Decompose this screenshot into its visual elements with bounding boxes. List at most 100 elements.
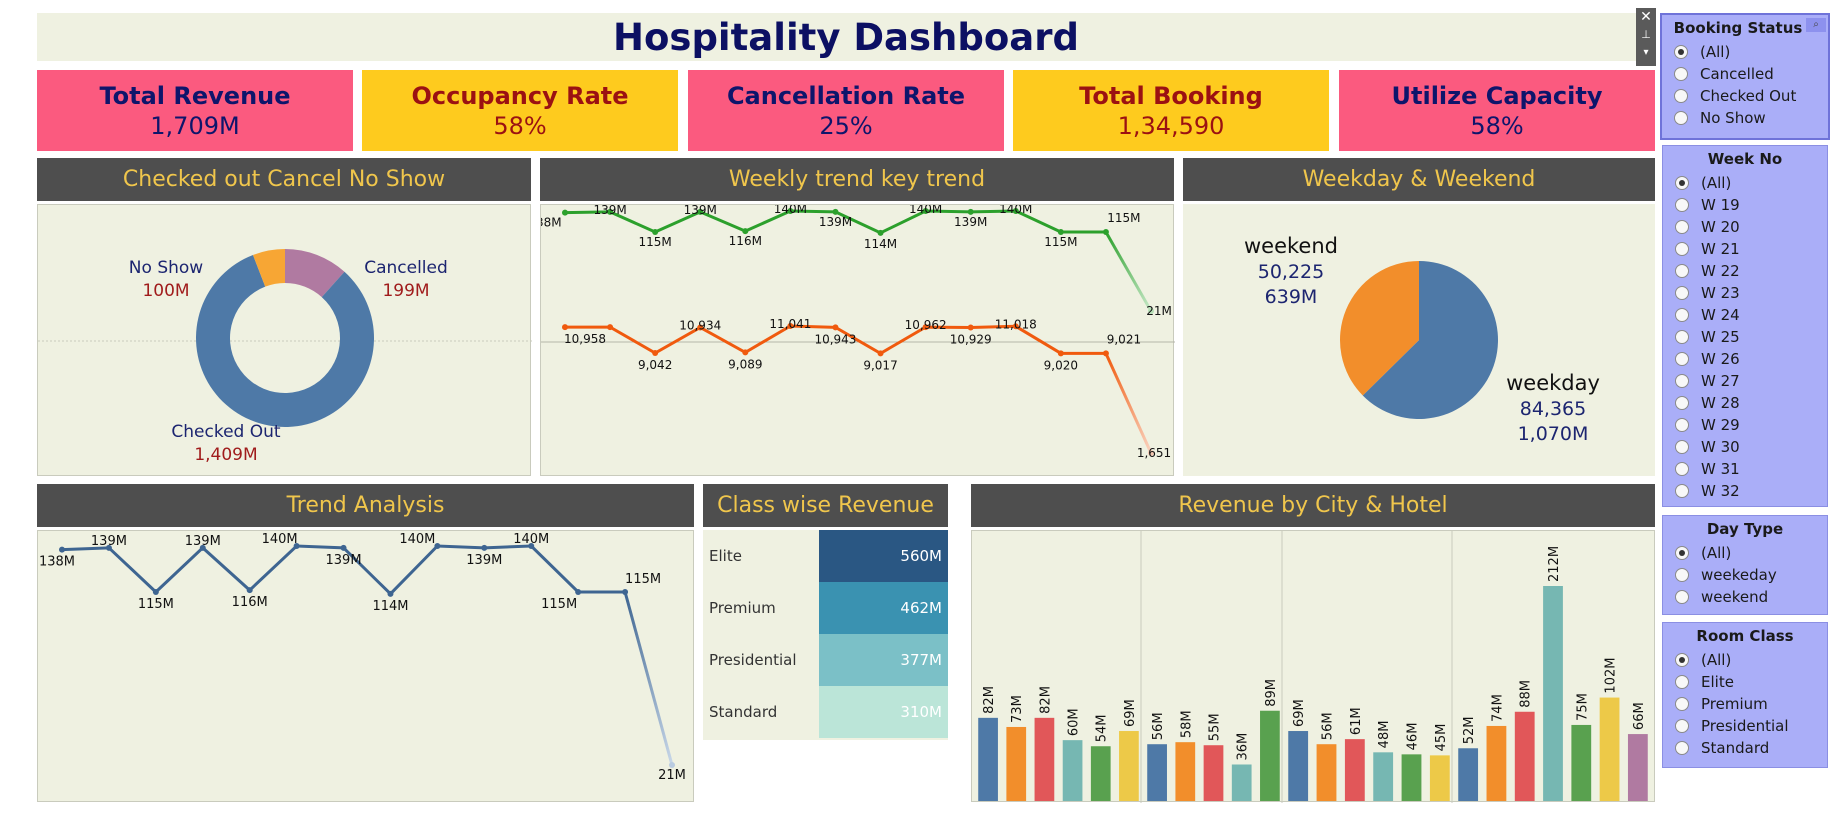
filter-option[interactable]: weekend <box>1663 586 1827 608</box>
city-bar[interactable] <box>1316 744 1337 801</box>
city-bar[interactable] <box>1288 731 1309 801</box>
radio-icon[interactable] <box>1674 111 1688 125</box>
city-bar[interactable] <box>1006 726 1027 801</box>
filter-option[interactable]: W 19 <box>1663 194 1827 216</box>
weekly-bookings-point[interactable] <box>742 349 749 356</box>
radio-icon[interactable] <box>1675 741 1689 755</box>
city-bar[interactable] <box>1373 752 1394 801</box>
search-icon[interactable]: ⌕ <box>1806 18 1826 32</box>
filter-option[interactable]: (All) <box>1662 41 1828 63</box>
radio-icon[interactable] <box>1675 675 1689 689</box>
radio-icon[interactable] <box>1675 484 1689 498</box>
radio-icon[interactable] <box>1675 719 1689 733</box>
chevron-down-icon[interactable]: ▾ <box>1636 44 1656 62</box>
radio-icon[interactable] <box>1675 220 1689 234</box>
trend-point[interactable] <box>622 589 629 596</box>
filter-option[interactable]: (All) <box>1663 649 1827 671</box>
weekly-revenue-point[interactable] <box>562 209 568 216</box>
weekly-bookings-point[interactable] <box>607 324 614 331</box>
city-bar[interactable] <box>1203 745 1224 801</box>
weekly-bookings-point[interactable] <box>562 324 568 331</box>
radio-icon[interactable] <box>1675 568 1689 582</box>
weekly-revenue-point[interactable] <box>1102 229 1109 236</box>
city-bar[interactable] <box>1147 744 1167 801</box>
radio-icon[interactable] <box>1674 67 1688 81</box>
radio-icon[interactable] <box>1675 176 1689 190</box>
trend-point[interactable] <box>152 589 159 596</box>
city-bar[interactable] <box>1119 731 1139 801</box>
city-bar[interactable] <box>1175 742 1196 801</box>
city-bar[interactable] <box>1599 697 1620 801</box>
trend-point[interactable] <box>340 544 347 551</box>
filter-option[interactable]: Elite <box>1663 671 1827 693</box>
filter-option[interactable]: Standard <box>1663 737 1827 759</box>
radio-icon[interactable] <box>1675 697 1689 711</box>
filter-option[interactable]: W 24 <box>1663 304 1827 326</box>
filter-option[interactable]: (All) <box>1663 542 1827 564</box>
trend-point[interactable] <box>246 587 253 594</box>
weekly-revenue-point[interactable] <box>877 229 884 236</box>
filter-option[interactable]: W 31 <box>1663 458 1827 480</box>
trend-point[interactable] <box>59 546 65 553</box>
city-bar[interactable] <box>1627 734 1648 801</box>
class-row[interactable]: Elite 560M <box>703 530 948 582</box>
weekly-bookings-point[interactable] <box>1102 350 1109 357</box>
filter-option[interactable]: Cancelled <box>1662 63 1828 85</box>
radio-icon[interactable] <box>1675 352 1689 366</box>
city-bar[interactable] <box>1429 755 1450 801</box>
city-bar[interactable] <box>1486 725 1507 801</box>
filter-option[interactable]: W 29 <box>1663 414 1827 436</box>
filter-option[interactable]: W 25 <box>1663 326 1827 348</box>
close-icon[interactable]: ✕ <box>1636 8 1656 26</box>
radio-icon[interactable] <box>1675 198 1689 212</box>
weekly-bookings-point[interactable] <box>832 324 839 331</box>
city-bar[interactable] <box>978 717 998 801</box>
filter-option[interactable]: Checked Out <box>1662 85 1828 107</box>
filter-option[interactable]: W 22 <box>1663 260 1827 282</box>
radio-icon[interactable] <box>1675 242 1689 256</box>
filter-option[interactable]: W 32 <box>1663 480 1827 502</box>
city-bar[interactable] <box>1458 748 1479 801</box>
radio-icon[interactable] <box>1675 462 1689 476</box>
city-bar[interactable] <box>1260 710 1280 801</box>
filter-option[interactable]: W 26 <box>1663 348 1827 370</box>
weekly-bookings-point[interactable] <box>652 350 659 357</box>
radio-icon[interactable] <box>1675 590 1689 604</box>
filter-option[interactable]: W 30 <box>1663 436 1827 458</box>
city-bar[interactable] <box>1401 754 1422 801</box>
weekly-bookings-point[interactable] <box>967 324 974 331</box>
city-bar[interactable] <box>1231 764 1252 801</box>
trend-point[interactable] <box>575 589 582 596</box>
class-row[interactable]: Presidential 377M <box>703 634 948 686</box>
radio-icon[interactable] <box>1675 374 1689 388</box>
city-bar[interactable] <box>1543 586 1563 801</box>
city-bar[interactable] <box>1090 746 1111 801</box>
weekly-bookings-point[interactable] <box>877 350 884 357</box>
filter-option[interactable]: weekeday <box>1663 564 1827 586</box>
class-row[interactable]: Premium 462M <box>703 582 948 634</box>
radio-icon[interactable] <box>1674 89 1688 103</box>
pin-icon[interactable]: ⊥ <box>1636 26 1656 44</box>
radio-icon[interactable] <box>1675 440 1689 454</box>
radio-icon[interactable] <box>1675 396 1689 410</box>
filter-option[interactable]: W 28 <box>1663 392 1827 414</box>
radio-icon[interactable] <box>1675 653 1689 667</box>
filter-option[interactable]: Presidential <box>1663 715 1827 737</box>
radio-icon[interactable] <box>1675 418 1689 432</box>
trend-point[interactable] <box>387 590 394 597</box>
filter-option[interactable]: (All) <box>1663 172 1827 194</box>
filter-option[interactable]: W 20 <box>1663 216 1827 238</box>
radio-icon[interactable] <box>1675 286 1689 300</box>
filter-option[interactable]: W 23 <box>1663 282 1827 304</box>
city-bar[interactable] <box>1034 717 1055 801</box>
trend-point[interactable] <box>481 544 488 551</box>
city-bar[interactable] <box>1571 724 1592 801</box>
radio-icon[interactable] <box>1675 308 1689 322</box>
filter-option[interactable]: Premium <box>1663 693 1827 715</box>
weekly-bookings-point[interactable] <box>1057 350 1064 357</box>
radio-icon[interactable] <box>1675 546 1689 560</box>
filter-option[interactable]: W 27 <box>1663 370 1827 392</box>
filter-option[interactable]: W 21 <box>1663 238 1827 260</box>
radio-icon[interactable] <box>1674 45 1688 59</box>
filter-option[interactable]: No Show <box>1662 107 1828 129</box>
